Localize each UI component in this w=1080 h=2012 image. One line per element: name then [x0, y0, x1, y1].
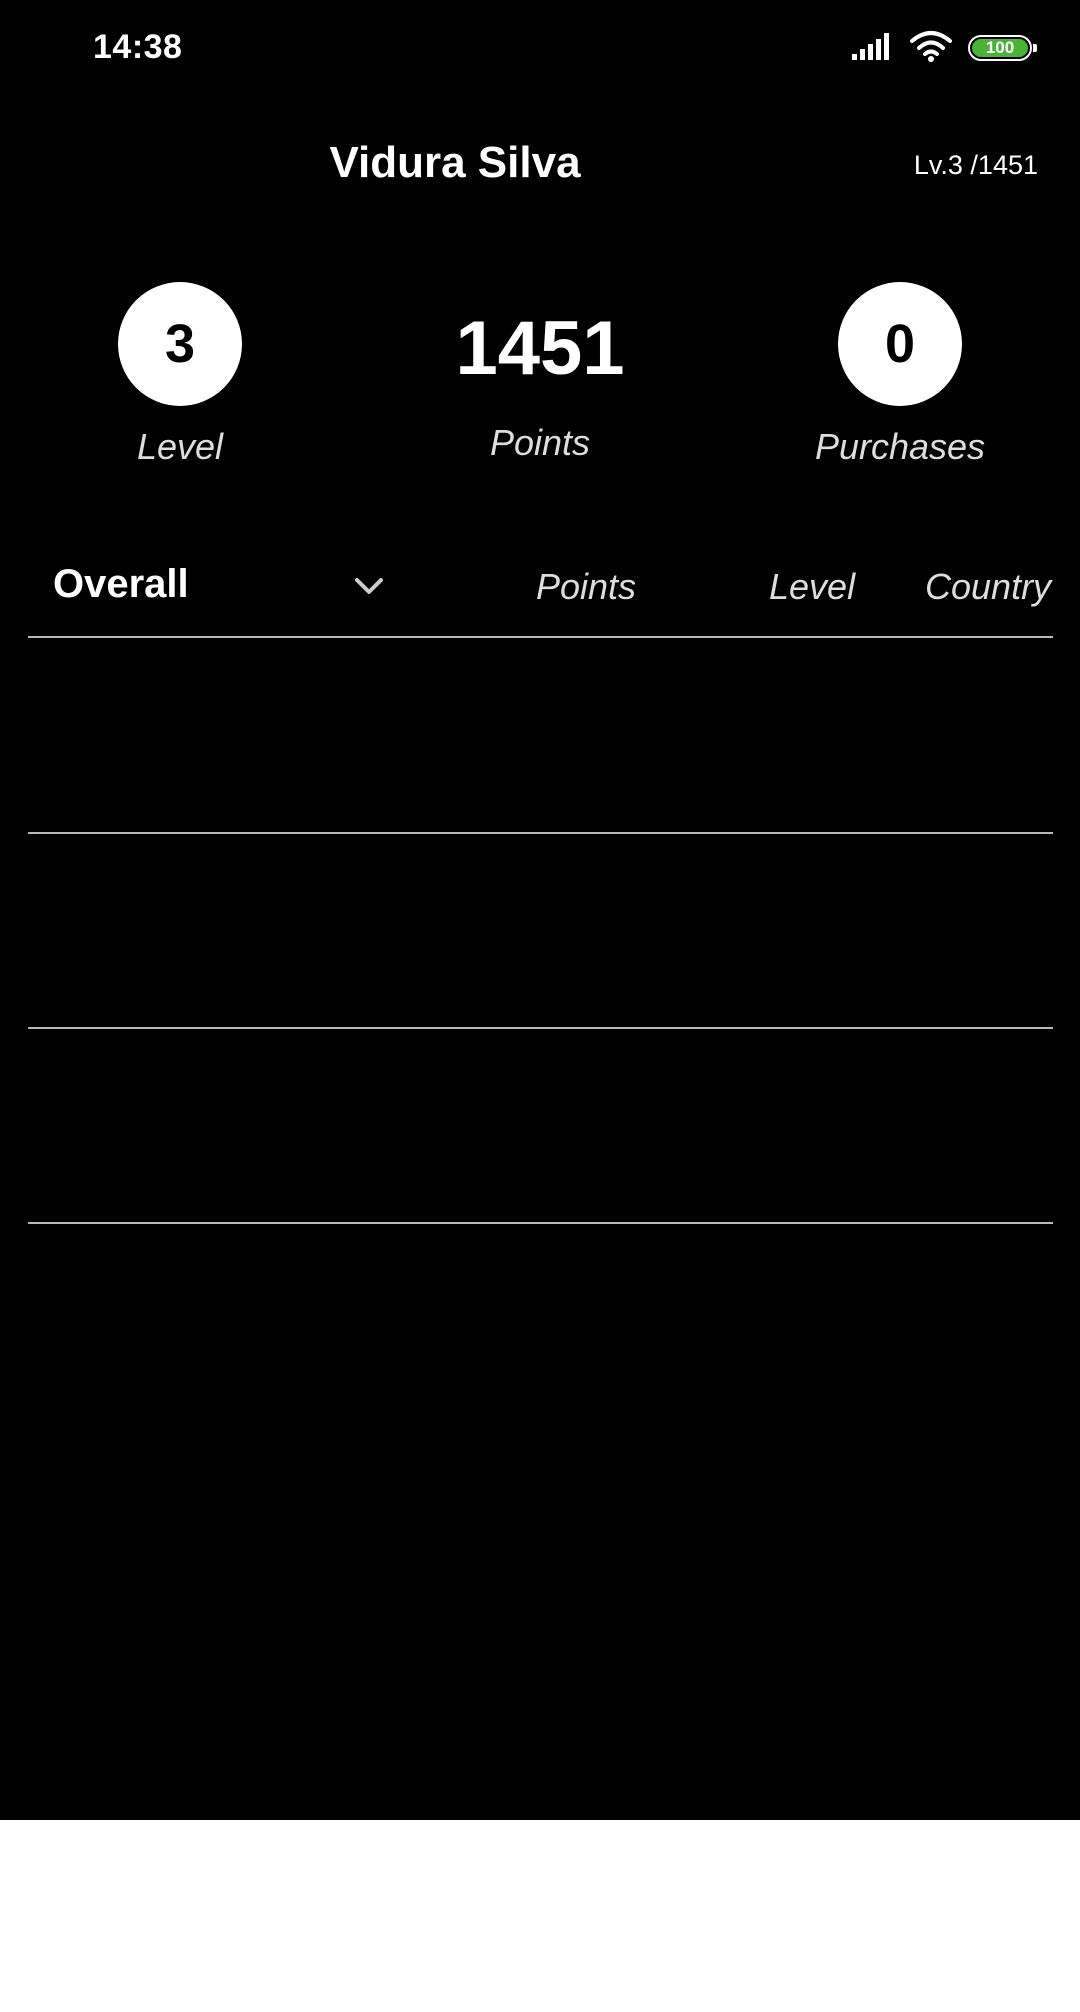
column-header-country[interactable]: Country: [925, 566, 1051, 608]
battery-level: 100: [972, 38, 1028, 57]
battery-icon: 100: [968, 35, 1037, 61]
row-divider: [28, 1222, 1053, 1224]
wifi-icon: [910, 30, 952, 67]
points-value: 1451: [455, 305, 625, 391]
table-row[interactable]: [28, 834, 1053, 1028]
purchases-value: 0: [838, 282, 962, 406]
stat-level: 3 Level: [0, 282, 360, 468]
level-value: 3: [118, 282, 242, 406]
column-header-points[interactable]: Points: [536, 566, 636, 608]
purchases-label: Purchases: [814, 426, 986, 467]
battery-nub: [1033, 44, 1037, 52]
column-header-level[interactable]: Level: [769, 566, 855, 608]
table-row[interactable]: [28, 638, 1053, 832]
profile-screen: 14:38 100 Vidura Silva Lv.3 /1451 3 Leve…: [0, 0, 1080, 1820]
chevron-down-icon[interactable]: [352, 574, 386, 598]
stat-purchases: 0 Purchases: [720, 282, 1080, 468]
stat-points: 1451 Points: [360, 282, 720, 464]
leaderboard-header: Overall Points Level Country: [0, 556, 1080, 620]
level-label: Level: [136, 426, 224, 467]
status-icons: 100: [852, 28, 1037, 68]
table-row[interactable]: [28, 1029, 1053, 1223]
status-time: 14:38: [93, 28, 183, 66]
points-label: Points: [489, 422, 591, 463]
level-points-summary: Lv.3 /1451: [913, 150, 1038, 180]
signal-icon: [852, 32, 894, 65]
leaderboard-filter-label: Overall: [53, 562, 189, 606]
user-name: Vidura Silva: [329, 138, 581, 187]
